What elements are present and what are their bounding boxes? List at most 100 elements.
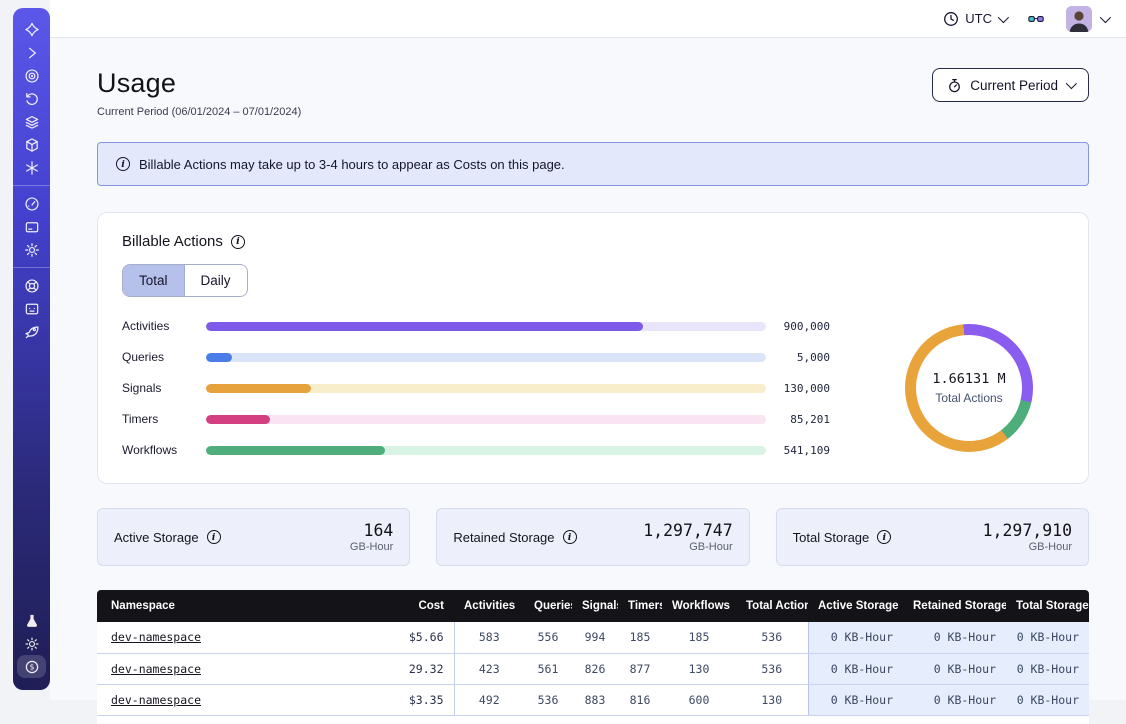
column-header: Signals xyxy=(572,590,618,622)
table-cell: 583 xyxy=(454,622,524,653)
bar-track xyxy=(206,415,766,424)
table-cell: 130 xyxy=(662,653,736,684)
lifebuoy-icon[interactable] xyxy=(17,274,46,297)
bar-value: 900,000 xyxy=(766,320,830,333)
billable-actions-title: Billable Actions xyxy=(122,233,223,250)
bar-track xyxy=(206,384,766,393)
bar-row-activities: Activities 900,000 xyxy=(122,319,830,333)
donut-center: 1.66131 M Total Actions xyxy=(905,324,1033,452)
info-icon[interactable] xyxy=(563,530,577,544)
table-row: dev-namespace$5.665835569941851855360 KB… xyxy=(97,622,1089,653)
table-cell: 0 KB-Hour xyxy=(808,653,903,684)
stopwatch-icon xyxy=(947,78,962,93)
clock-icon xyxy=(943,11,959,27)
table-cell: 0 KB-Hour xyxy=(1006,622,1089,653)
column-header: Namespace xyxy=(97,590,357,622)
billable-chart-zone: Activities900,000Queries5,000Signals130,… xyxy=(122,319,1064,457)
total-storage-label: Total Storage xyxy=(793,530,870,545)
total-storage-unit: GB-Hour xyxy=(983,541,1072,553)
flask-icon[interactable] xyxy=(17,609,46,632)
asterisk-icon[interactable] xyxy=(17,156,46,179)
chevron-down-icon xyxy=(998,11,1009,22)
table-cell: 0 KB-Hour xyxy=(1006,653,1089,684)
sun-icon[interactable] xyxy=(17,632,46,655)
donut-total-value: 1.66131 M xyxy=(932,371,1005,387)
table-cell: 185 xyxy=(618,622,662,653)
bar-value: 130,000 xyxy=(766,382,830,395)
bar-value: 541,109 xyxy=(766,444,830,457)
table-cell: 826 xyxy=(572,653,618,684)
donut-chart: 1.66131 M Total Actions xyxy=(874,324,1064,452)
history-icon[interactable] xyxy=(17,87,46,110)
table-cell: 0 KB-Hour xyxy=(808,622,903,653)
tab-total[interactable]: Total xyxy=(123,265,184,296)
info-icon[interactable] xyxy=(877,530,891,544)
bar-track xyxy=(206,353,766,362)
sidebar-divider xyxy=(13,267,50,268)
column-header: Active Storage xyxy=(808,590,903,622)
retained-storage-value: 1,297,747 xyxy=(643,521,732,540)
bar-label: Activities xyxy=(122,319,206,333)
info-banner-text: Billable Actions may take up to 3-4 hour… xyxy=(139,157,565,172)
table-cell: 556 xyxy=(524,622,572,653)
column-header: Retained Storage xyxy=(903,590,1006,622)
namespace-link[interactable]: dev-namespace xyxy=(111,630,201,644)
table-cell: 423 xyxy=(454,653,524,684)
gauge-icon[interactable] xyxy=(17,192,46,215)
donut-total-label: Total Actions xyxy=(935,391,1002,405)
top-bar: UTC xyxy=(50,0,1126,38)
active-storage-label: Active Storage xyxy=(114,530,199,545)
total-storage-card: Total Storage 1,297,910 GB-Hour xyxy=(776,508,1089,566)
svg-text:$: $ xyxy=(29,662,34,671)
cube-icon[interactable] xyxy=(17,133,46,156)
period-selector-button[interactable]: Current Period xyxy=(932,68,1089,102)
dollar-coin-icon[interactable]: $ xyxy=(17,655,46,678)
billing-card-icon[interactable] xyxy=(17,215,46,238)
gear-icon[interactable] xyxy=(17,238,46,261)
avatar[interactable] xyxy=(1066,6,1092,32)
page-header: Usage Current Period (06/01/2024 – 07/01… xyxy=(97,68,1089,118)
bar-track xyxy=(206,446,766,455)
bar-row-workflows: Workflows541,109 xyxy=(122,443,830,457)
collapse-chevron-icon[interactable] xyxy=(17,41,46,64)
retained-storage-card: Retained Storage 1,297,747 GB-Hour xyxy=(436,508,749,566)
sidebar-divider xyxy=(13,185,50,186)
storage-summary-row: Active Storage 164 GB-Hour Retained Stor… xyxy=(97,508,1089,566)
billable-actions-card: Billable Actions Total Daily Activities 9… xyxy=(97,212,1089,484)
table-cell: 561 xyxy=(524,653,572,684)
retained-storage-unit: GB-Hour xyxy=(643,541,732,553)
bar-fill xyxy=(206,415,270,424)
info-icon[interactable] xyxy=(207,530,221,544)
table-cell: 536 xyxy=(736,653,808,684)
temporal-logo-icon[interactable] xyxy=(17,18,46,41)
page-content: Usage Current Period (06/01/2024 – 07/01… xyxy=(50,68,1126,724)
chevron-down-icon xyxy=(1100,11,1111,22)
active-storage-value: 164 xyxy=(350,521,393,540)
namespace-usage-table: NamespaceCostActivitiesQueriesSignalsTim… xyxy=(97,590,1089,724)
glasses-icon[interactable] xyxy=(1028,11,1044,27)
namespace-link[interactable]: dev-namespace xyxy=(111,662,201,676)
layers-icon[interactable] xyxy=(17,110,46,133)
tab-daily[interactable]: Daily xyxy=(184,265,247,296)
account-menu[interactable] xyxy=(1066,6,1108,32)
bar-value: 85,201 xyxy=(766,413,830,426)
table-cell: 536 xyxy=(736,622,808,653)
page-title: Usage xyxy=(97,68,301,99)
table-row-partial xyxy=(97,716,1089,724)
bar-fill xyxy=(206,353,232,362)
info-banner: Billable Actions may take up to 3-4 hour… xyxy=(97,142,1089,186)
bar-row-timers: Timers85,201 xyxy=(122,412,830,426)
spiral-icon[interactable] xyxy=(17,64,46,87)
rocket-icon[interactable] xyxy=(17,320,46,343)
timezone-label: UTC xyxy=(965,11,992,26)
info-icon[interactable] xyxy=(231,235,245,249)
bar-fill xyxy=(206,384,311,393)
bar-fill xyxy=(206,446,385,455)
table-row: dev-namespace29.324235618268771305360 KB… xyxy=(97,653,1089,684)
bar-fill xyxy=(206,322,643,331)
bar-value: 5,000 xyxy=(766,351,830,364)
terminal-icon[interactable] xyxy=(17,297,46,320)
chevron-down-icon xyxy=(1066,78,1077,89)
timezone-selector[interactable]: UTC xyxy=(943,11,1006,27)
table-cell: 994 xyxy=(572,622,618,653)
